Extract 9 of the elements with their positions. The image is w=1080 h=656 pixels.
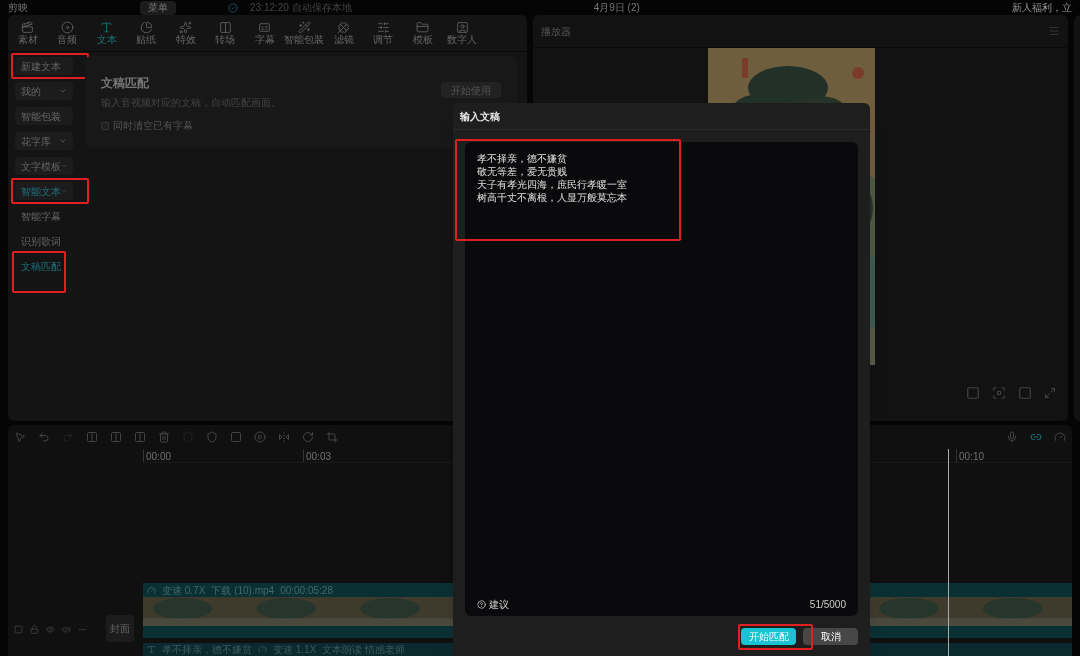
time-tick: 00:10	[956, 449, 985, 462]
app-name: 剪映	[8, 0, 28, 15]
player-title: 播放器	[541, 24, 571, 39]
manuscript-text: 孝不择亲，德不嫌贫 敬无等差，爱无贵贱 天子有孝光四海，庶民行孝暖一室 树高千丈不离根，人显万般莫忘本	[477, 152, 627, 204]
time-tick: 00:00	[143, 449, 303, 462]
dialog-title: 输入文稿	[460, 109, 500, 124]
project-title: 4月9日 (2)	[593, 0, 640, 15]
char-count: 51/5000	[809, 597, 846, 612]
feature-title: 文稿匹配	[101, 75, 149, 92]
